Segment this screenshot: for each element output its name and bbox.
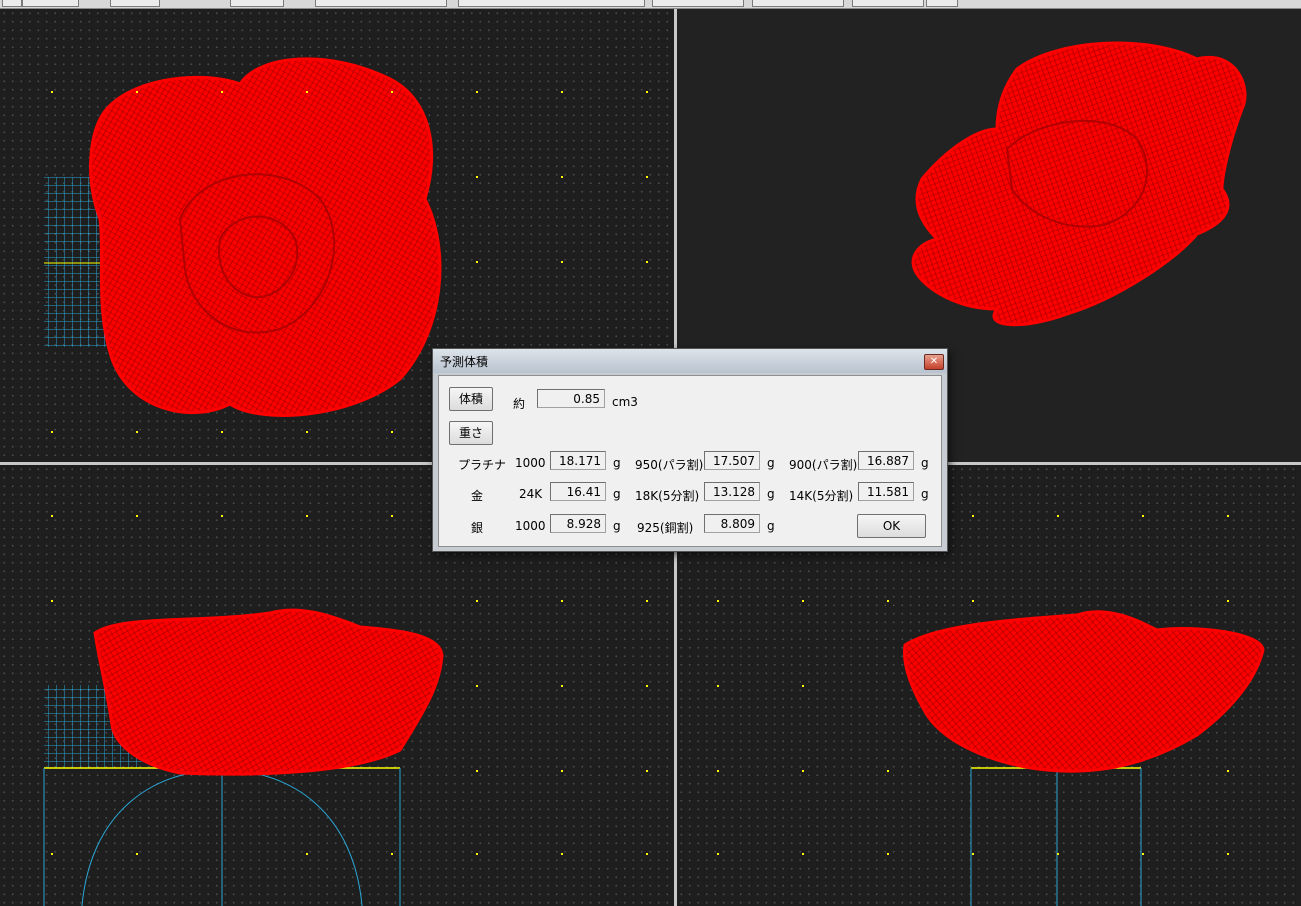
purity-label: 14K(5分割) (789, 489, 854, 503)
metal-label: 金 (471, 489, 484, 503)
toolbar-button[interactable] (458, 0, 645, 7)
dialog-titlebar[interactable]: 予測体積 ✕ (433, 349, 947, 373)
volume-dialog: 予測体積 ✕ 体積 約 0.85 cm3 重さ プラチナ 1000 18.171… (432, 348, 948, 552)
ok-button[interactable]: OK (857, 514, 926, 538)
toolbar-button[interactable] (315, 0, 447, 7)
unit-label: g (767, 456, 775, 470)
volume-field[interactable]: 0.85 (537, 389, 605, 408)
toolbar-button[interactable] (926, 0, 958, 7)
weight-field[interactable]: 11.581 (858, 482, 914, 501)
weight-field[interactable]: 16.41 (550, 482, 606, 501)
purity-label: 1000 (515, 519, 546, 533)
metal-label: 銀 (471, 521, 484, 535)
unit-label: g (767, 519, 775, 533)
rose-model-front[interactable] (93, 608, 444, 776)
rose-model-side[interactable] (902, 610, 1265, 773)
weight-field[interactable]: 13.128 (704, 482, 760, 501)
unit-label: g (921, 456, 929, 470)
toolbar-button[interactable] (2, 0, 22, 7)
weight-field[interactable]: 8.809 (704, 514, 760, 533)
weight-field[interactable]: 17.507 (704, 451, 760, 470)
rose-model-perspective[interactable] (911, 41, 1247, 327)
toolbar-button[interactable] (852, 0, 924, 7)
toolbar-button[interactable] (110, 0, 160, 7)
purity-label: 1000 (515, 456, 546, 470)
purity-label: 24K (519, 487, 543, 501)
approx-label: 約 (513, 397, 526, 411)
purity-label: 900(パラ割) (789, 458, 858, 472)
toolbar (0, 0, 1301, 9)
rose-model[interactable] (89, 57, 442, 417)
dialog-body: 体積 約 0.85 cm3 重さ プラチナ 1000 18.171 g 950(… (438, 375, 942, 547)
unit-label: g (613, 519, 621, 533)
weight-field[interactable]: 18.171 (550, 451, 606, 470)
toolbar-button[interactable] (230, 0, 284, 7)
close-button[interactable]: ✕ (924, 354, 944, 370)
volume-button[interactable]: 体積 (449, 387, 493, 411)
weight-button[interactable]: 重さ (449, 421, 493, 445)
purity-label: 925(銅割) (637, 521, 694, 535)
volume-unit: cm3 (612, 395, 638, 409)
unit-label: g (613, 456, 621, 470)
purity-label: 18K(5分割) (635, 489, 700, 503)
unit-label: g (613, 487, 621, 501)
toolbar-button[interactable] (652, 0, 744, 7)
dialog-title: 予測体積 (440, 355, 489, 369)
metal-label: プラチナ (458, 458, 507, 472)
purity-label: 950(パラ割) (635, 458, 704, 472)
toolbar-button[interactable] (752, 0, 844, 7)
close-icon: ✕ (929, 356, 939, 367)
weight-field[interactable]: 16.887 (858, 451, 914, 470)
unit-label: g (767, 487, 775, 501)
weight-field[interactable]: 8.928 (550, 514, 606, 533)
unit-label: g (921, 487, 929, 501)
toolbar-button[interactable] (22, 0, 79, 7)
